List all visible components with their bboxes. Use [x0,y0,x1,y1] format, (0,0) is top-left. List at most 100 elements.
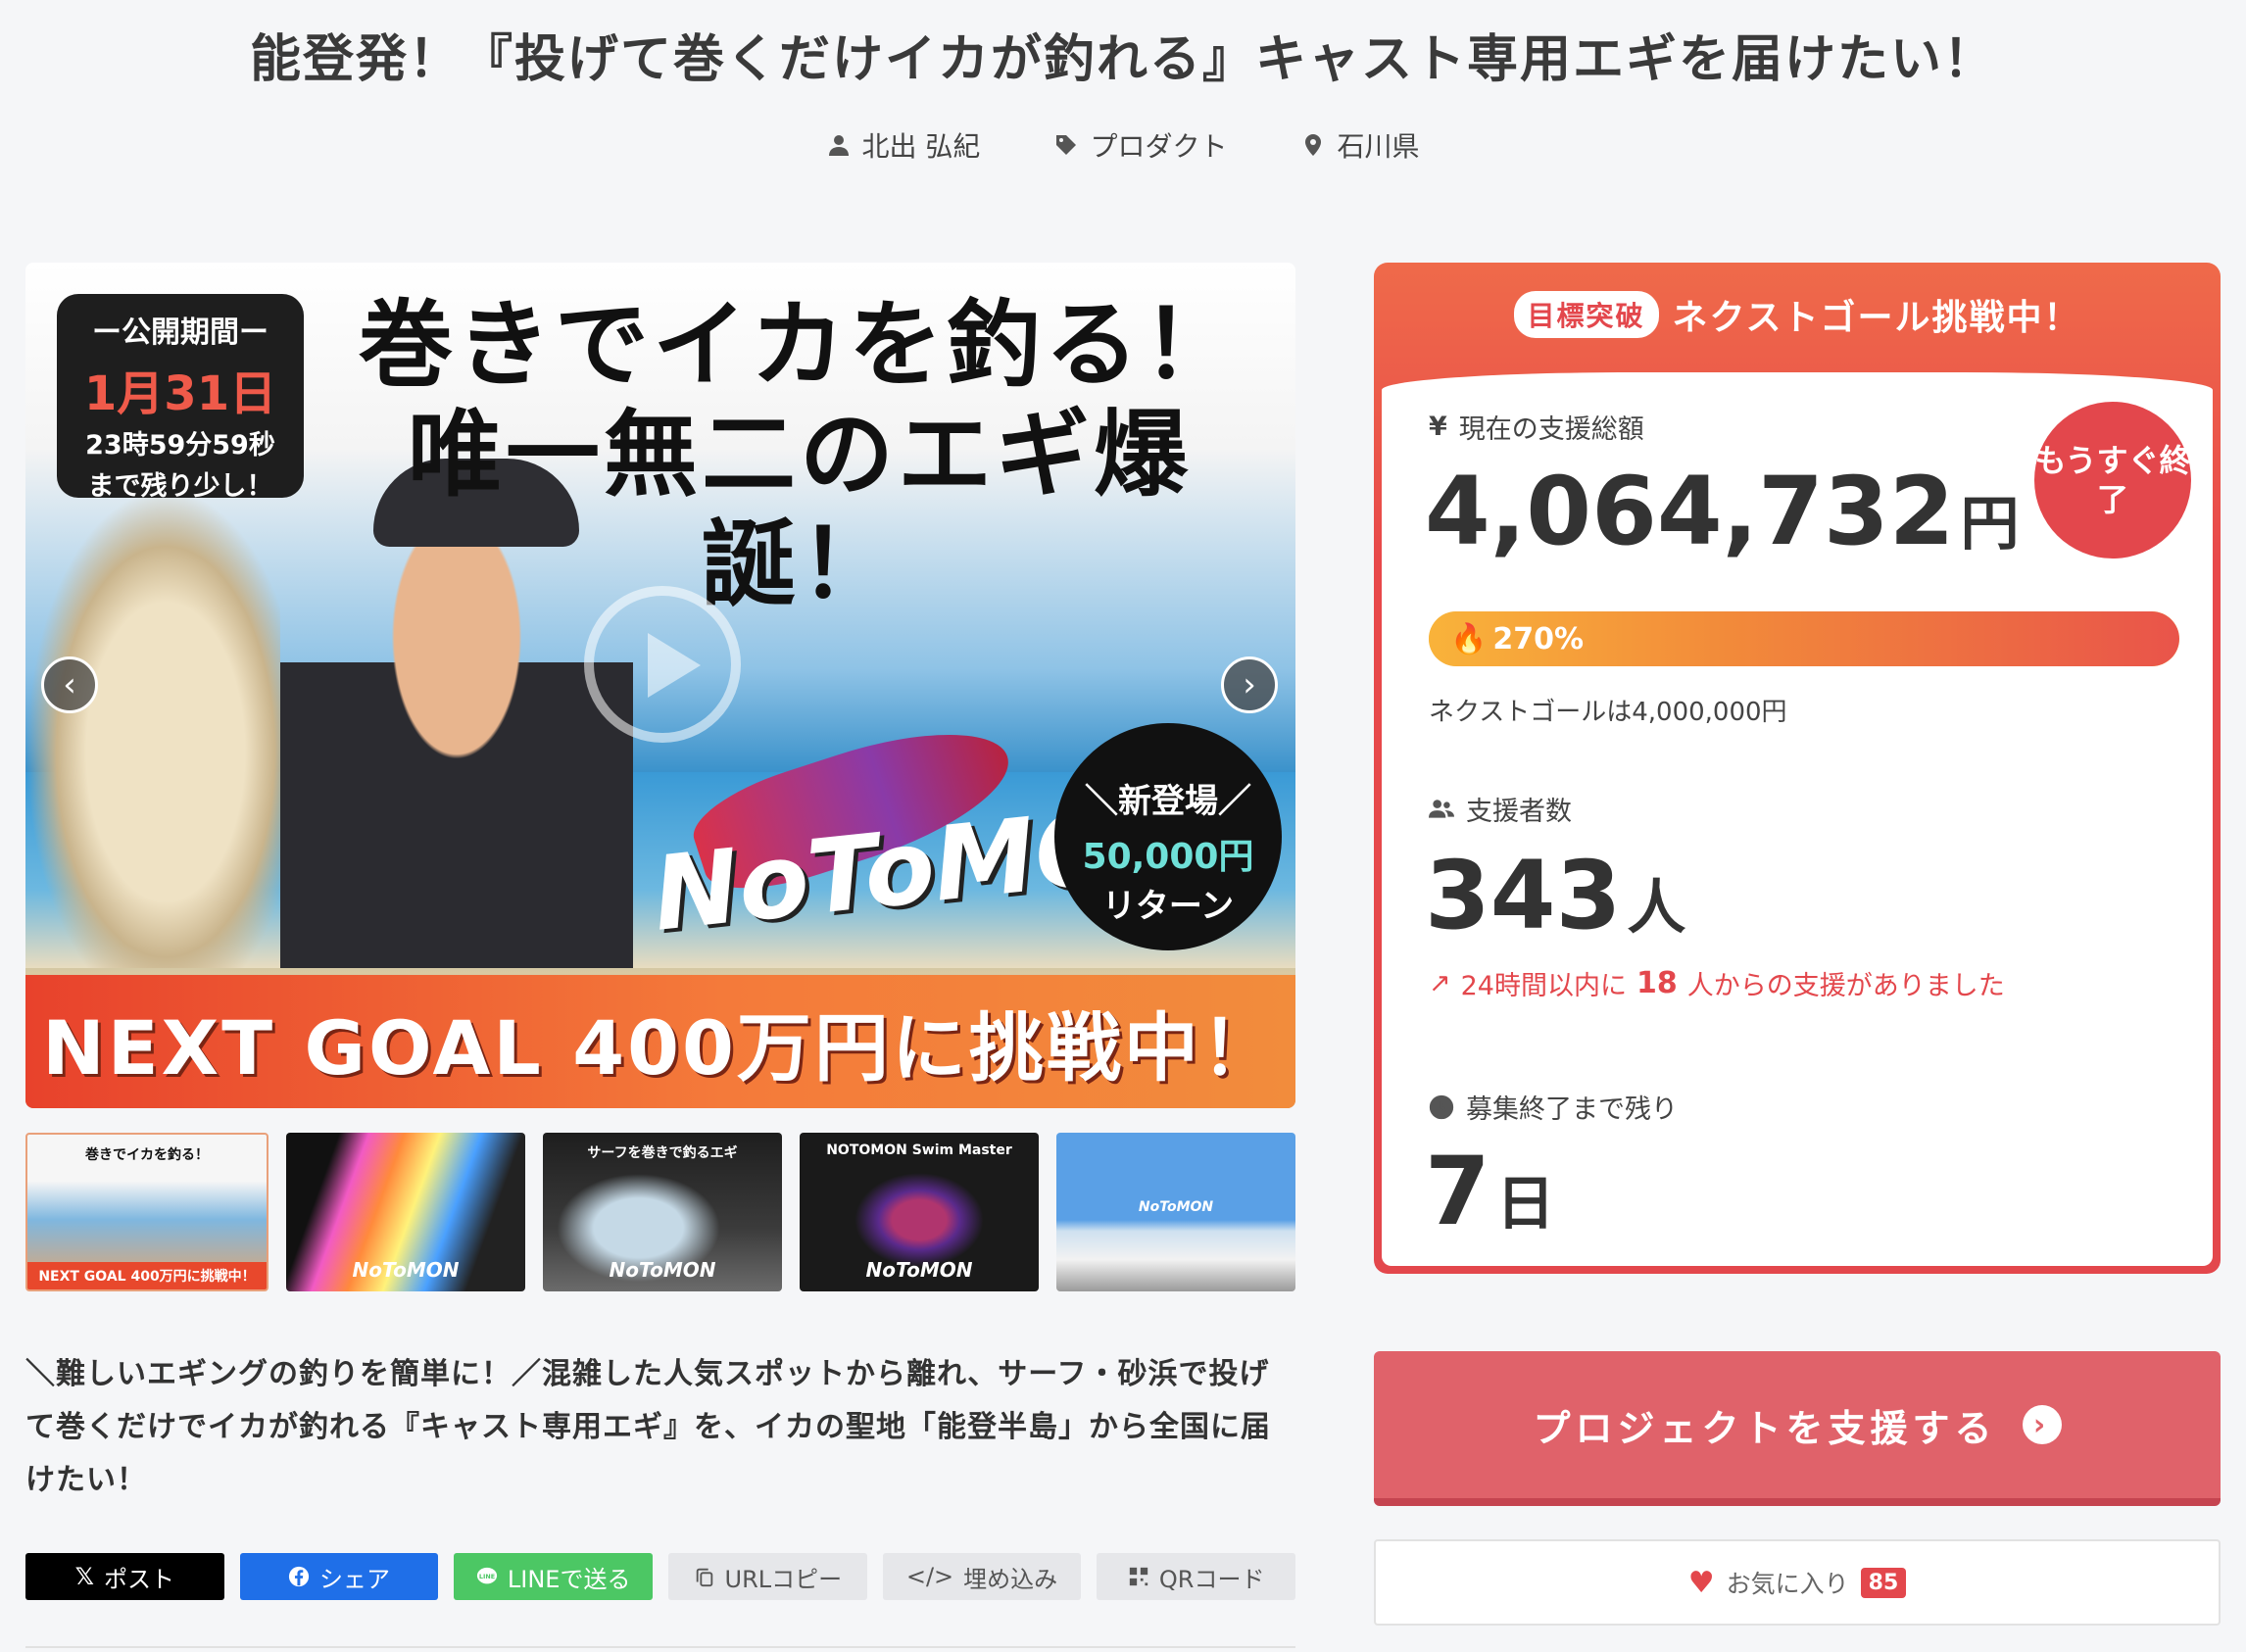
yen-icon: ¥ [1429,412,1447,442]
hero-image[interactable]: 巻きでイカを釣る！ 唯一無二のエギ爆誕！ NoToMON ー公開期間ー 1月31… [25,263,1295,1108]
total-amount-value: 4,064,732 [1425,457,1955,566]
period-label: ー公開期間ー [92,316,269,350]
recent-suffix: 人からの支援がありました [1686,971,2005,1001]
panel-header: 目標突破 ネクストゴール挑戦中！ [1382,270,2213,359]
recent-support-note: ↗ 24時間以内に 18 人からの支援がありました [1429,964,2005,1002]
bubble-line3: リターン [1101,887,1235,926]
facebook-icon [288,1566,310,1587]
author-name: 北出 弘紀 [861,130,981,163]
next-goal-note: ネクストゴールは4,000,000円 [1429,698,1787,727]
embed-button[interactable]: </> 埋め込み [882,1553,1082,1600]
chevron-right-circle-icon: › [2022,1405,2062,1444]
user-icon [828,135,849,156]
section-divider [25,1646,1295,1648]
flame-icon: 🔥 [1450,621,1488,656]
x-logo-icon: 𝕏 [74,1563,94,1590]
category-link[interactable]: プロダクト [1054,125,1227,165]
remaining-label: 募集終了まで残り [1429,1088,1678,1126]
thumbnail-strip: 巻きでイカを釣る！ NEXT GOAL 400万円に挑戦中！ NoToMON サ… [25,1133,1295,1291]
period-note: まで残り少し！ [87,471,273,502]
line-icon: LINE [476,1567,497,1584]
remaining-days: 7日 [1425,1137,1555,1246]
project-meta: 北出 弘紀 プロダクト 石川県 [0,125,2246,165]
amount-label-text: 現在の支援総額 [1458,414,1644,445]
period-date: 1月31日 [83,366,277,421]
favorite-label: お気に入り [1726,1570,1849,1598]
period-badge: ー公開期間ー 1月31日 23時59分59秒 まで残り少し！ [57,294,304,502]
progress-fill: 🔥 270% [1429,611,2179,666]
play-icon[interactable] [584,586,741,743]
hero-headline: 巻きでイカを釣る！ 唯一無二のエギ爆誕！ [319,290,1280,619]
favorite-button[interactable]: ♥ お気に入り 85 [1374,1539,2221,1626]
thumbnail-5-label: NoToMON [1138,1199,1214,1215]
embed-label: 埋め込み [963,1565,1058,1593]
hero-banner: NEXT GOAL 400万円に挑戦中！ [25,975,1295,1108]
hero-headline-line2: 唯一無二のエギ爆誕！ [408,400,1192,619]
backers-unit: 人 [1627,874,1686,943]
progress-percent: 270% [1492,621,1585,656]
copy-url-label: URLコピー [724,1565,843,1593]
project-description: ＼難しいエギングの釣りを簡単に！／混雑した人気スポットから離れ、サーフ・砂浜で投… [25,1357,1271,1497]
share-x-button[interactable]: 𝕏 ポスト [25,1553,224,1600]
backers-label-text: 支援者数 [1466,797,1572,827]
thumbnail-1[interactable]: 巻きでイカを釣る！ NEXT GOAL 400万円に挑戦中！ [25,1133,269,1291]
new-return-bubble: ＼新登場／ 50,000円 リターン [1054,723,1282,950]
total-amount: 4,064,732 円 [1425,457,2020,566]
chevron-right-icon: › [1243,665,1256,705]
thumbnail-3-label: NoToMON [609,1258,716,1282]
tag-icon [1056,135,1077,155]
thumbnail-3-top: サーフを巻きで釣るエギ [587,1145,738,1161]
copy-url-button[interactable]: URLコピー [668,1553,867,1600]
panel-heading: ネクストゴール挑戦中！ [1672,298,2081,338]
author-link[interactable]: 北出 弘紀 [827,125,981,165]
code-icon: </> [905,1563,954,1590]
clock-icon [1429,1094,1454,1119]
trending-up-icon: ↗ [1429,968,1451,998]
recent-prefix: 24時間以内に [1460,971,1627,1001]
next-slide-button[interactable]: › [1221,656,1278,713]
recent-count: 18 [1636,966,1678,1000]
thumbnail-5[interactable]: NoToMON [1056,1133,1295,1291]
qr-code-button[interactable]: QRコード [1097,1553,1296,1600]
support-project-button[interactable]: プロジェクトを支援する › [1374,1351,2221,1506]
thumbnail-1-label: NEXT GOAL 400万円に挑戦中！ [27,1262,267,1289]
hero-headline-line1: 巻きでイカを釣る！ [359,290,1241,400]
prev-slide-button[interactable]: ‹ [41,656,98,713]
share-x-label: ポスト [104,1565,174,1593]
thumbnail-2-label: NoToMON [352,1258,460,1282]
period-time: 23時59分59秒 [85,430,275,461]
remaining-value: 7 [1425,1137,1490,1246]
support-button-label: プロジェクトを支援する [1533,1406,1997,1450]
thumbnail-1-top: 巻きでイカを釣る！ [85,1147,209,1163]
share-facebook-button[interactable]: シェア [239,1553,439,1600]
bubble-line1: ＼新登場／ [1085,782,1251,821]
location-link[interactable]: 石川県 [1301,125,1419,165]
thumbnail-4-label: NoToMON [865,1258,973,1282]
share-bar: 𝕏 ポスト シェア LINE LINEで送る URLコピー </> 埋め込み Q… [25,1553,1296,1600]
map-pin-icon [1305,134,1322,156]
project-title: 能登発！『投げて巻くだけイカが釣れる』キャスト専用エギを届けたい！ [249,30,1996,89]
chevron-left-icon: ‹ [63,665,76,705]
progress-bar: 🔥 270% [1429,611,2179,666]
location-name: 石川県 [1337,130,1420,163]
qr-code-icon [1129,1567,1148,1586]
copy-icon [696,1568,712,1587]
amount-label: ¥ 現在の支援総額 [1429,408,1644,446]
bubble-line2: 50,000円 [1082,837,1254,877]
heart-icon: ♥ [1687,1565,1715,1600]
ending-soon-badge: もうすぐ終了 [2034,402,2191,559]
total-amount-unit: 円 [1960,490,2020,559]
goal-achieved-badge: 目標突破 [1513,291,1659,338]
favorite-count: 85 [1860,1567,1907,1598]
qr-code-label: QRコード [1158,1565,1265,1593]
thumbnail-2[interactable]: NoToMON [286,1133,525,1291]
category-name: プロダクト [1090,130,1228,163]
thumbnail-4[interactable]: NOTOMON Swim Master NoToMON [800,1133,1039,1291]
backers-count: 343 人 [1425,841,1685,950]
backers-label: 支援者数 [1429,790,1572,828]
share-line-button[interactable]: LINE LINEで送る [454,1553,654,1600]
thumbnail-3[interactable]: サーフを巻きで釣るエギ NoToMON [543,1133,782,1291]
remaining-label-text: 募集終了まで残り [1466,1094,1678,1125]
backers-value: 343 [1425,841,1622,950]
thumbnail-4-top: NOTOMON Swim Master [826,1142,1012,1158]
